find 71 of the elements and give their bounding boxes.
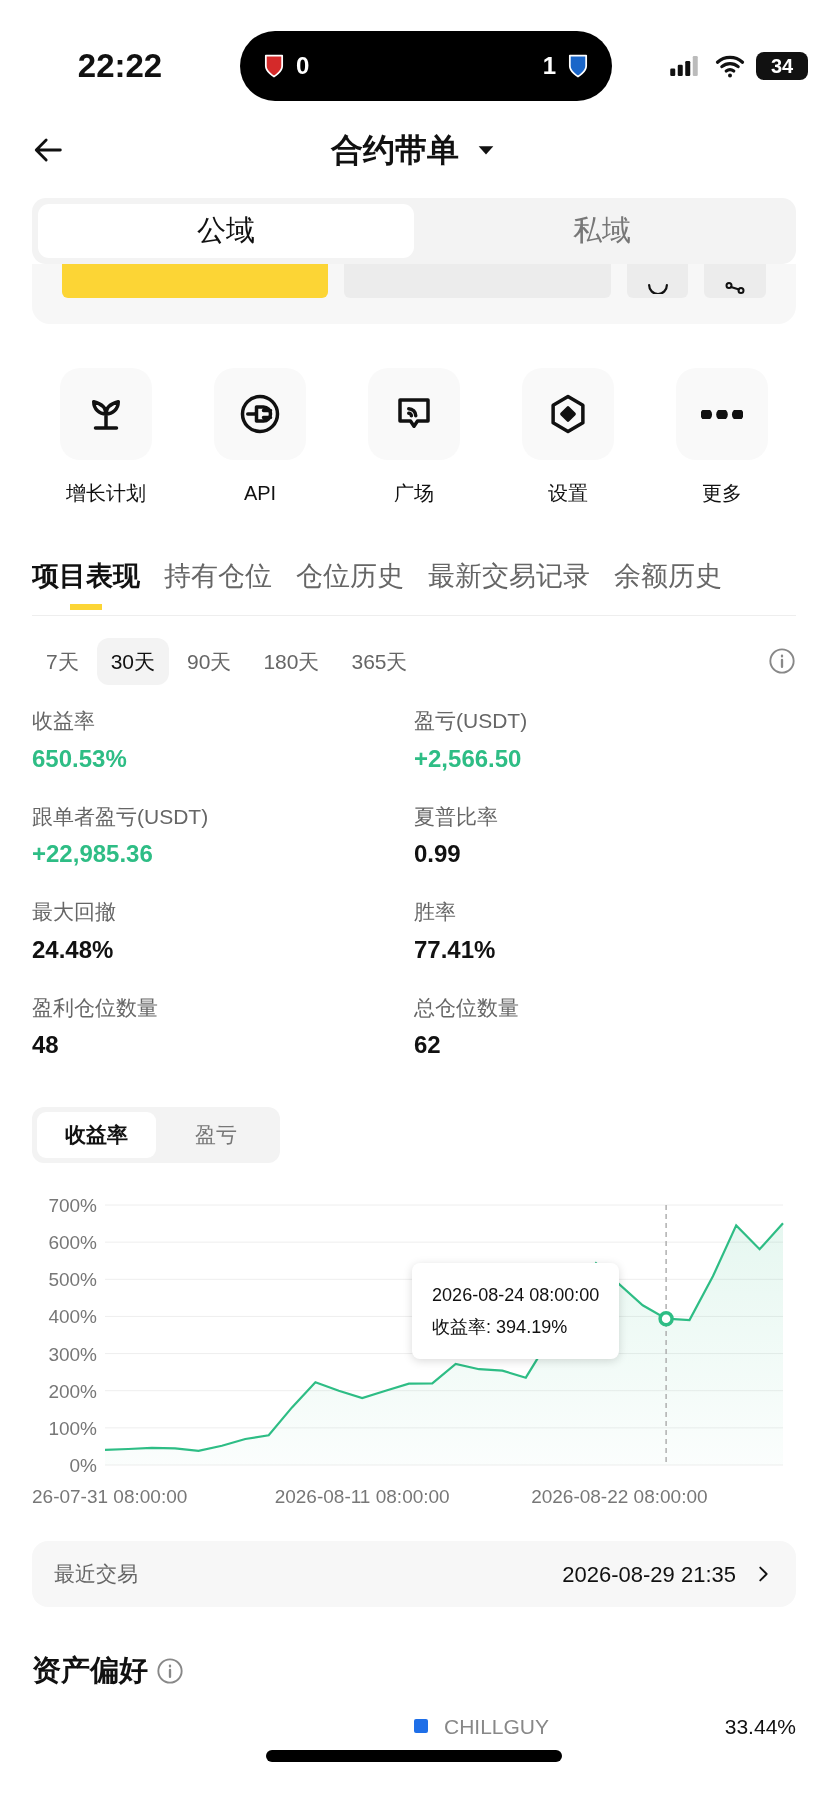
info-icon[interactable] <box>768 647 796 676</box>
shortcut-tile[interactable] <box>60 368 152 460</box>
more-icon <box>701 409 743 419</box>
score-text: 1 <box>542 51 556 81</box>
x-axis-label: 26-07-31 08:00:00 <box>32 1486 188 1507</box>
plug-icon <box>239 393 281 435</box>
section-tab[interactable]: 项目表现 <box>32 556 140 615</box>
metric-value: 650.53% <box>32 743 128 774</box>
section-tab[interactable]: 余额历史 <box>614 556 722 615</box>
metric-value: 24.48% <box>32 934 115 965</box>
section-tab[interactable]: 仓位历史 <box>296 556 404 615</box>
legend-name: CHILLGUY <box>444 1713 550 1740</box>
metric-label: 夏普比率 <box>414 803 499 830</box>
recent-trade-row[interactable]: 最近交易 2026-08-29 21:35 <box>32 1541 796 1607</box>
y-axis-label: 100% <box>48 1417 97 1439</box>
period-chip[interactable]: 90天 <box>173 637 246 685</box>
recent-trade-label: 最近交易 <box>54 1561 138 1588</box>
metric-value: +2,566.50 <box>414 743 523 774</box>
chart-toggle[interactable]: 盈亏 <box>156 1112 275 1158</box>
timer-button[interactable] <box>626 264 689 298</box>
share-button[interactable] <box>704 264 766 298</box>
section-tab[interactable]: 最新交易记录 <box>428 556 590 615</box>
shortcut-label: 广场 <box>394 481 434 506</box>
y-axis-label: 200% <box>48 1380 97 1402</box>
period-chip[interactable]: 180天 <box>249 637 334 685</box>
chart-tooltip: 2026-08-24 08:00:00 收益率: 394.19% <box>412 1262 620 1359</box>
y-axis-label: 300% <box>48 1343 97 1365</box>
period-chip[interactable]: 365天 <box>337 637 422 685</box>
battery-level: 34 <box>770 54 794 79</box>
metric-label: 跟单者盈亏(USDT) <box>32 803 210 830</box>
metric-value: 62 <box>414 1030 442 1060</box>
scope-tab[interactable]: 私域 <box>414 204 790 258</box>
metric-label: 最大回撤 <box>32 899 117 925</box>
shortcut-label: API <box>243 481 277 506</box>
metric-label: 总仓位数量 <box>414 994 520 1021</box>
shortcut-tile[interactable] <box>522 368 614 460</box>
section-tab[interactable]: 持有仓位 <box>164 556 272 615</box>
x-axis-label: 2026-08-22 08:00:00 <box>531 1486 708 1507</box>
metric-label: 盈利仓位数量 <box>32 994 159 1021</box>
y-axis-label: 400% <box>48 1306 97 1328</box>
shortcut-tile[interactable] <box>368 368 460 460</box>
section-title: 资产偏好 <box>32 1653 148 1688</box>
share-icon <box>724 282 747 294</box>
data-point-marker <box>658 1310 674 1327</box>
x-axis-label: 2026-08-11 08:00:00 <box>274 1486 450 1507</box>
metric-label: 胜率 <box>414 899 457 925</box>
period-chip[interactable]: 30天 <box>96 637 170 685</box>
shortcut-label: 增长计划 <box>66 481 146 506</box>
scope-tab[interactable]: 公域 <box>38 204 414 258</box>
y-axis-label: 600% <box>48 1232 97 1254</box>
y-axis-label: 0% <box>69 1455 97 1476</box>
shortcut-label: 设置 <box>548 481 588 506</box>
y-axis-label: 500% <box>48 1269 97 1291</box>
page-title[interactable]: 合约带单 <box>331 126 459 174</box>
metric-value: 77.41% <box>414 934 497 965</box>
metric-value: 0.99 <box>414 839 462 869</box>
metric-value: +22,985.36 <box>32 839 154 869</box>
y-axis-label: 700% <box>48 1195 97 1216</box>
score-text: 0 <box>296 51 310 81</box>
shortcut-tile[interactable] <box>676 368 768 460</box>
chart-toggle[interactable]: 收益率 <box>37 1112 156 1158</box>
info-icon[interactable] <box>156 1656 184 1685</box>
legend-share: 33.44% <box>724 1713 796 1740</box>
metric-value: 48 <box>32 1030 60 1060</box>
status-time: 22:22 <box>76 46 164 87</box>
period-chip[interactable]: 7天 <box>32 637 93 685</box>
metric-label: 盈亏(USDT) <box>414 708 529 734</box>
recent-trade-time: 2026-08-29 21:35 <box>562 1560 736 1589</box>
shortcut-tile[interactable] <box>214 368 306 460</box>
shortcut-label: 更多 <box>702 481 742 506</box>
metric-label: 收益率 <box>32 708 96 734</box>
